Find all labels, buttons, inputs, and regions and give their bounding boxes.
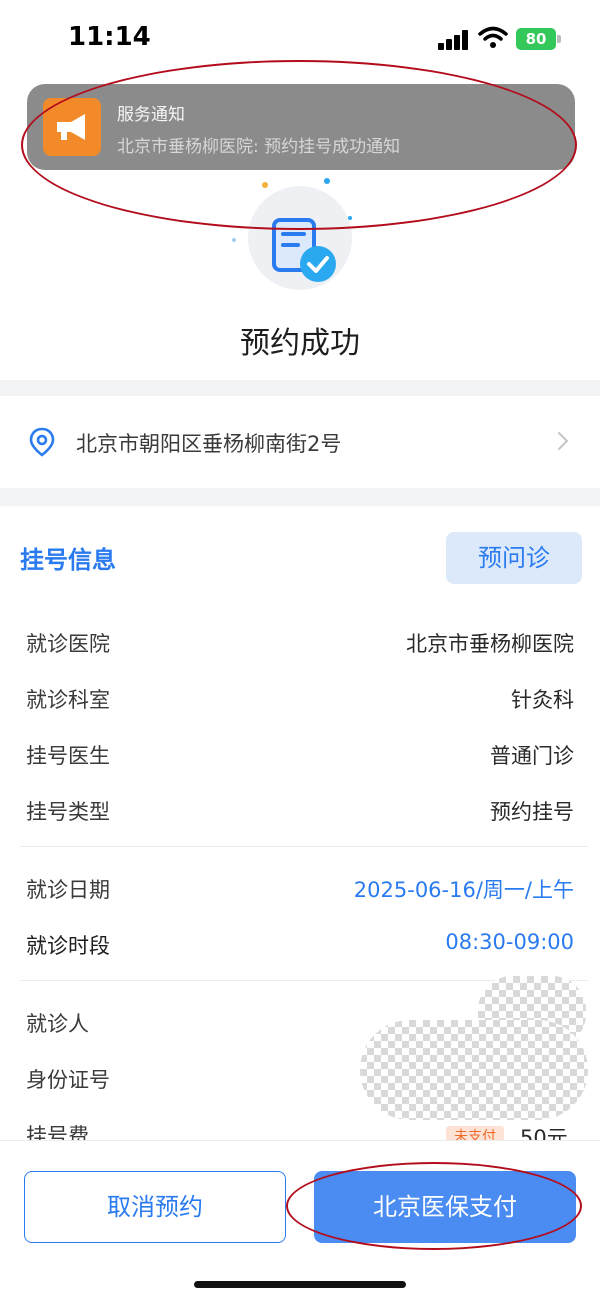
notification-text: 北京市垂杨柳医院: 预约挂号成功通知	[117, 137, 401, 157]
cellular-signal-icon	[438, 30, 470, 50]
sparkle-icon	[262, 182, 268, 188]
address-text: 北京市朝阳区垂杨柳南街2号	[76, 432, 342, 456]
row-label-doctor: 挂号医生	[26, 744, 110, 768]
battery-icon: 80	[516, 28, 562, 50]
address-row[interactable]: 北京市朝阳区垂杨柳南街2号	[0, 396, 600, 488]
megaphone-icon	[43, 98, 101, 156]
notification-title: 服务通知	[117, 105, 185, 125]
chevron-right-icon	[558, 432, 569, 450]
section-title: 挂号信息	[20, 546, 116, 574]
page-title: 预约成功	[240, 326, 360, 361]
battery-level: 80	[516, 28, 556, 50]
row-label-hospital: 就诊医院	[26, 632, 110, 656]
medical-insurance-pay-button[interactable]: 北京医保支付	[314, 1171, 576, 1243]
row-value-department: 针灸科	[511, 688, 574, 712]
row-value-type: 预约挂号	[490, 800, 574, 824]
row-value-timeslot: 08:30-09:00	[445, 930, 574, 954]
row-label-department: 就诊科室	[26, 688, 110, 712]
status-time: 11:14	[68, 22, 151, 52]
cancel-appointment-button[interactable]: 取消预约	[24, 1171, 286, 1243]
status-bar: 11:14 80	[0, 0, 600, 80]
notification-banner[interactable]: 服务通知 北京市垂杨柳医院: 预约挂号成功通知	[27, 84, 575, 170]
sparkle-icon	[348, 216, 352, 220]
document-check-icon	[272, 218, 336, 282]
location-pin-icon	[29, 427, 55, 457]
bottom-action-bar: 取消预约 北京医保支付	[0, 1140, 600, 1299]
pre-consultation-button[interactable]: 预问诊	[446, 532, 582, 584]
row-label-patient: 就诊人	[26, 1012, 89, 1036]
wifi-icon	[478, 26, 508, 48]
success-illustration	[226, 172, 376, 302]
sparkle-icon	[232, 238, 236, 242]
registration-info-card: 挂号信息 预问诊 就诊医院 北京市垂杨柳医院 就诊科室 针灸科 挂号医生 普通门…	[0, 506, 600, 1150]
divider	[20, 846, 588, 847]
home-indicator[interactable]	[194, 1281, 406, 1288]
row-label-timeslot: 就诊时段	[26, 934, 110, 958]
row-label-type: 挂号类型	[26, 800, 110, 824]
row-label-id-number: 身份证号	[26, 1068, 110, 1092]
row-value-doctor: 普通门诊	[490, 744, 574, 768]
sparkle-icon	[324, 178, 330, 184]
row-label-date: 就诊日期	[26, 878, 110, 902]
row-value-date: 2025-06-16/周一/上午	[353, 878, 574, 902]
row-value-hospital: 北京市垂杨柳医院	[406, 632, 574, 656]
redacted-id-number	[360, 1020, 588, 1120]
